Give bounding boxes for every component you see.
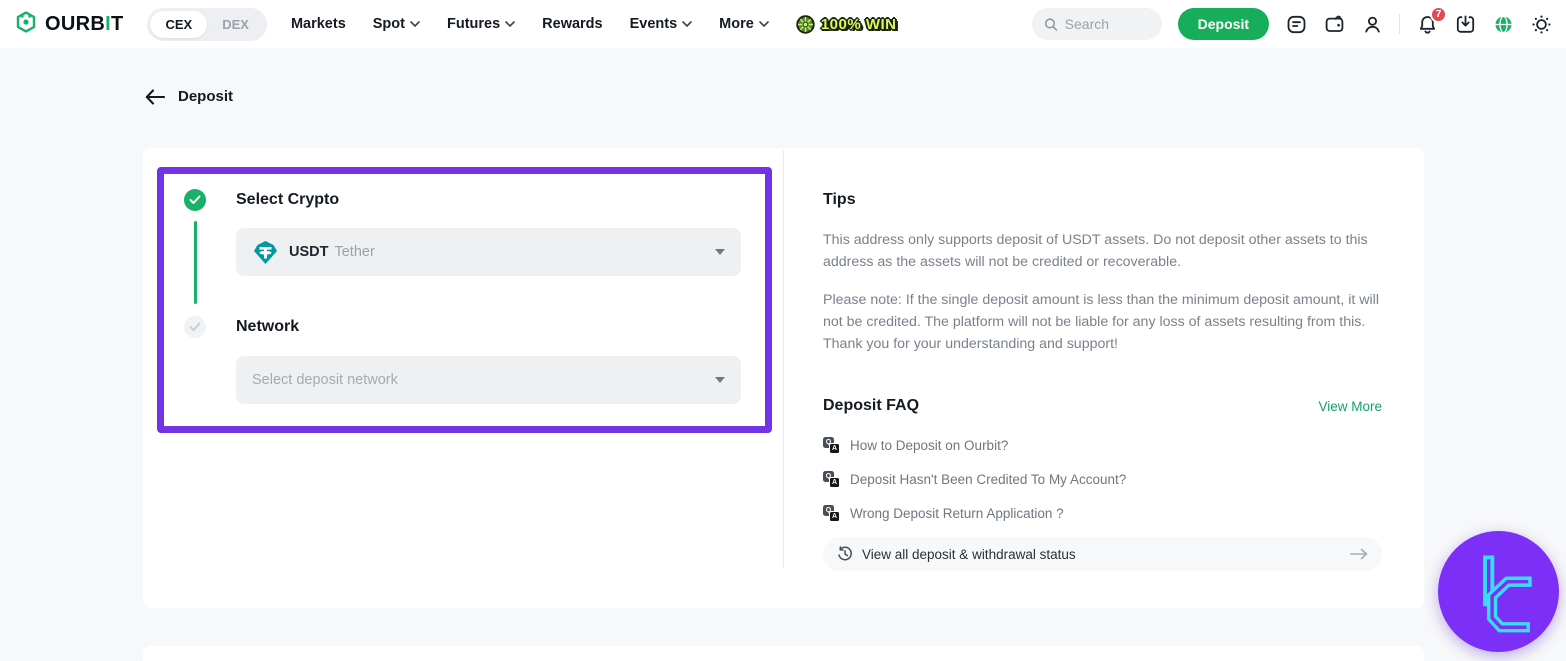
step2-pending-check-icon (184, 316, 206, 338)
history-clock-icon (837, 546, 853, 562)
chat-icon[interactable] (1285, 13, 1307, 35)
nav-more[interactable]: More (719, 16, 769, 32)
search-box[interactable] (1032, 8, 1162, 40)
ourbit-logo[interactable]: OURBIT (14, 10, 123, 39)
status-link-label: View all deposit & withdrawal status (862, 547, 1076, 562)
promo-label: 100% WIN (821, 16, 897, 33)
dropdown-caret-icon (715, 377, 725, 383)
promo-100-win-banner[interactable]: 100% WIN (796, 15, 897, 34)
question-answer-icon: QA (823, 505, 840, 522)
faq-item[interactable]: QA Deposit Hasn't Been Credited To My Ac… (823, 471, 1126, 488)
cex-dex-toggle: CEX DEX (147, 8, 266, 41)
step-connector-line (194, 221, 197, 304)
main-nav: Markets Spot Futures Rewards Events More… (291, 15, 897, 34)
nav-spot[interactable]: Spot (373, 16, 420, 32)
tips-paragraph-2: Please note: If the single deposit amoun… (823, 289, 1383, 355)
column-divider (783, 150, 784, 568)
deposit-withdrawal-status-link[interactable]: View all deposit & withdrawal status (823, 537, 1382, 571)
arrow-right-icon (1350, 548, 1368, 560)
theme-sun-icon[interactable] (1530, 13, 1552, 35)
chevron-down-icon (505, 21, 515, 27)
selected-crypto-symbol: USDT (289, 244, 328, 260)
chevron-down-icon (759, 21, 769, 27)
back-navigation[interactable]: Deposit (145, 88, 233, 105)
network-placeholder: Select deposit network (252, 372, 398, 388)
next-section-card (143, 646, 1424, 661)
language-globe-icon[interactable] (1492, 13, 1514, 35)
crypto-select-dropdown[interactable]: USDT Tether (236, 228, 741, 276)
nav-futures[interactable]: Futures (447, 16, 515, 32)
search-icon (1044, 17, 1058, 32)
notifications-bell-icon[interactable]: 7 (1416, 13, 1438, 35)
network-select-dropdown[interactable]: Select deposit network (236, 356, 741, 404)
question-answer-icon: QA (823, 437, 840, 454)
tips-title: Tips (823, 191, 856, 209)
page-title: Deposit (178, 88, 233, 105)
toggle-cex[interactable]: CEX (150, 11, 207, 38)
step2-title: Network (236, 318, 299, 336)
step1-complete-check-icon (184, 189, 206, 211)
chevron-down-icon (682, 21, 692, 27)
header-divider (1399, 14, 1400, 34)
dropdown-caret-icon (715, 249, 725, 255)
user-icon[interactable] (1361, 13, 1383, 35)
ourbit-wordmark: OURBIT (45, 13, 123, 36)
floating-brand-widget[interactable] (1438, 531, 1559, 652)
toggle-dex[interactable]: DEX (207, 11, 264, 38)
faq-item[interactable]: QA Wrong Deposit Return Application ? (823, 505, 1064, 522)
download-app-icon[interactable] (1454, 13, 1476, 35)
top-navbar: OURBIT CEX DEX Markets Spot Futures Rewa… (0, 0, 1566, 48)
deposit-button[interactable]: Deposit (1178, 8, 1269, 40)
nav-events[interactable]: Events (630, 16, 693, 32)
chevron-down-icon (410, 21, 420, 27)
step1-title: Select Crypto (236, 191, 339, 209)
question-answer-icon: QA (823, 471, 840, 488)
ourbit-logo-icon (14, 10, 38, 39)
back-arrow-icon (145, 89, 165, 105)
faq-title: Deposit FAQ (823, 397, 919, 415)
nav-markets[interactable]: Markets (291, 16, 346, 32)
faq-view-more-link[interactable]: View More (1318, 399, 1382, 414)
lucky-wheel-icon (796, 15, 815, 34)
faq-item[interactable]: QA How to Deposit on Ourbit? (823, 437, 1008, 454)
nav-rewards[interactable]: Rewards (542, 16, 602, 32)
search-input[interactable] (1065, 16, 1150, 32)
selected-crypto-name: Tether (334, 244, 374, 260)
usdt-tether-icon (252, 239, 279, 266)
cursor-monogram-icon (1456, 549, 1542, 635)
notification-count-badge: 7 (1430, 6, 1447, 23)
wallet-icon[interactable] (1323, 13, 1345, 35)
faq-header: Deposit FAQ View More (823, 397, 1382, 415)
tips-paragraph-1: This address only supports deposit of US… (823, 229, 1383, 273)
